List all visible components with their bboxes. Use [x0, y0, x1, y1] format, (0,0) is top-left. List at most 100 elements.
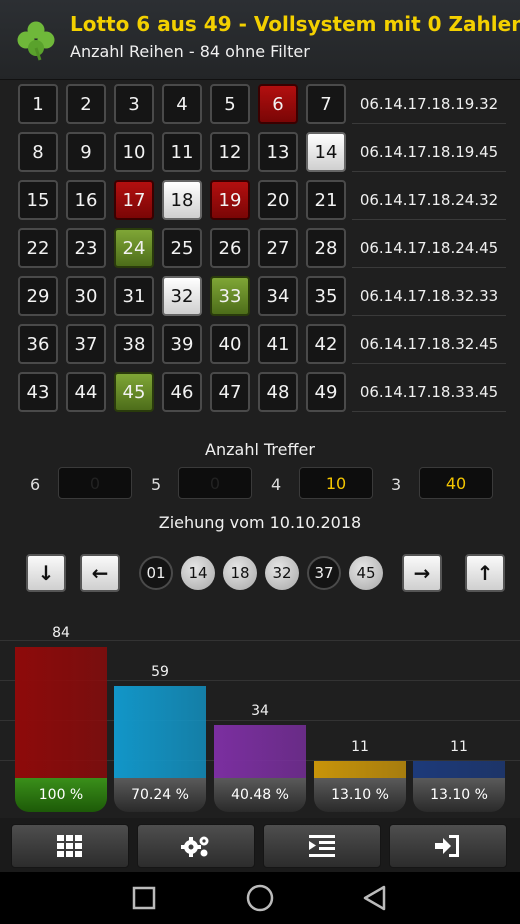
number-cell-46[interactable]: 46 — [162, 372, 202, 412]
treffer-label-3: 3 — [391, 475, 402, 494]
chart-bar-percent: 70.24 % — [114, 778, 206, 812]
system-row-entry[interactable]: 06.14.17.18.33.45 — [352, 372, 506, 412]
chart-bar — [314, 761, 406, 778]
number-cell-35[interactable]: 35 — [306, 276, 346, 316]
bottom-toolbar — [0, 818, 520, 872]
system-row-entry[interactable]: 06.14.17.18.24.45 — [352, 228, 506, 268]
number-cell-48[interactable]: 48 — [258, 372, 298, 412]
number-cell-2[interactable]: 2 — [66, 84, 106, 124]
number-cell-8[interactable]: 8 — [18, 132, 58, 172]
number-cell-22[interactable]: 22 — [18, 228, 58, 268]
treffer-count-3: 40 — [419, 467, 493, 499]
list-view-button[interactable] — [263, 824, 381, 868]
number-cell-27[interactable]: 27 — [258, 228, 298, 268]
number-cell-26[interactable]: 26 — [210, 228, 250, 268]
number-cell-11[interactable]: 11 — [162, 132, 202, 172]
grid-view-button[interactable] — [11, 824, 129, 868]
chart-bar — [214, 725, 306, 778]
number-cell-12[interactable]: 12 — [210, 132, 250, 172]
drawn-ball-3: 18 — [223, 556, 257, 590]
number-cell-33[interactable]: 33 — [210, 276, 250, 316]
number-grid: 1 2 3 4 5 6 7 06.14.17.18.19.32 8 9 10 11 12 13 14 06.1… — [0, 80, 520, 420]
system-row-entry[interactable]: 06.14.17.18.19.45 — [352, 132, 506, 172]
number-cell-13[interactable]: 13 — [258, 132, 298, 172]
clover-icon — [17, 21, 55, 61]
chart-bar-percent: 13.10 % — [413, 778, 505, 812]
number-cell-34[interactable]: 34 — [258, 276, 298, 316]
login-icon — [435, 835, 459, 857]
chart-bar-value: 84 — [52, 625, 70, 641]
number-cell-28[interactable]: 28 — [306, 228, 346, 268]
app-title: Lotto 6 aus 49 - Vollsystem mit 0 Zahlen — [70, 12, 520, 36]
chart-bar-percent: 13.10 % — [314, 778, 406, 812]
number-cell-49[interactable]: 49 — [306, 372, 346, 412]
number-cell-47[interactable]: 47 — [210, 372, 250, 412]
number-cell-29[interactable]: 29 — [18, 276, 58, 316]
number-cell-38[interactable]: 38 — [114, 324, 154, 364]
number-cell-6[interactable]: 6 — [258, 84, 298, 124]
back-icon[interactable] — [362, 885, 388, 911]
drawn-ball-4: 32 — [265, 556, 299, 590]
treffer-count-6: 0 — [58, 467, 132, 499]
number-cell-31[interactable]: 31 — [114, 276, 154, 316]
number-cell-21[interactable]: 21 — [306, 180, 346, 220]
number-cell-41[interactable]: 41 — [258, 324, 298, 364]
arrow-left-button[interactable]: ← — [80, 554, 120, 592]
arrow-up-button[interactable]: ↑ — [465, 554, 505, 592]
number-cell-32[interactable]: 32 — [162, 276, 202, 316]
arrow-down-button[interactable]: ↓ — [26, 554, 66, 592]
number-cell-42[interactable]: 42 — [306, 324, 346, 364]
treffer-count-5: 0 — [178, 467, 252, 499]
system-row-entry[interactable]: 06.14.17.18.32.33 — [352, 276, 506, 316]
number-cell-14[interactable]: 14 — [306, 132, 346, 172]
number-cell-36[interactable]: 36 — [18, 324, 58, 364]
number-cell-45[interactable]: 45 — [114, 372, 154, 412]
number-cell-24[interactable]: 24 — [114, 228, 154, 268]
number-cell-1[interactable]: 1 — [18, 84, 58, 124]
number-cell-37[interactable]: 37 — [66, 324, 106, 364]
drawn-ball-1: 01 — [139, 556, 173, 590]
system-nav-bar — [0, 872, 520, 924]
system-row-entry[interactable]: 06.14.17.18.19.32 — [352, 84, 506, 124]
treffer-label-5: 5 — [151, 475, 162, 494]
chart-bar — [114, 686, 206, 778]
number-cell-17[interactable]: 17 — [114, 180, 154, 220]
number-cell-4[interactable]: 4 — [162, 84, 202, 124]
number-cell-19[interactable]: 19 — [210, 180, 250, 220]
number-cell-16[interactable]: 16 — [66, 180, 106, 220]
treffer-label-6: 6 — [30, 475, 41, 494]
number-cell-44[interactable]: 44 — [66, 372, 106, 412]
home-icon[interactable] — [246, 884, 274, 912]
settings-button[interactable] — [137, 824, 255, 868]
arrow-right-button[interactable]: → — [402, 554, 442, 592]
chart-bar — [413, 761, 505, 778]
system-row-entry[interactable]: 06.14.17.18.24.32 — [352, 180, 506, 220]
number-cell-9[interactable]: 9 — [66, 132, 106, 172]
number-cell-7[interactable]: 7 — [306, 84, 346, 124]
number-cell-43[interactable]: 43 — [18, 372, 58, 412]
chart-bar-value: 11 — [351, 739, 369, 755]
gears-icon — [181, 836, 209, 857]
number-cell-18[interactable]: 18 — [162, 180, 202, 220]
app-header: Lotto 6 aus 49 - Vollsystem mit 0 Zahlen… — [0, 0, 520, 80]
ziehung-title: Ziehung vom 10.10.2018 — [158, 513, 362, 532]
grid-icon — [57, 835, 82, 857]
number-cell-39[interactable]: 39 — [162, 324, 202, 364]
number-cell-40[interactable]: 40 — [210, 324, 250, 364]
number-cell-3[interactable]: 3 — [114, 84, 154, 124]
number-cell-25[interactable]: 25 — [162, 228, 202, 268]
chart-bar-percent: 40.48 % — [214, 778, 306, 812]
number-cell-10[interactable]: 10 — [114, 132, 154, 172]
drawn-ball-2: 14 — [181, 556, 215, 590]
chart-bar-value: 34 — [251, 703, 269, 719]
number-cell-5[interactable]: 5 — [210, 84, 250, 124]
number-cell-15[interactable]: 15 — [18, 180, 58, 220]
login-button[interactable] — [389, 824, 507, 868]
system-row-entry[interactable]: 06.14.17.18.32.45 — [352, 324, 506, 364]
number-cell-30[interactable]: 30 — [66, 276, 106, 316]
number-cell-23[interactable]: 23 — [66, 228, 106, 268]
number-cell-20[interactable]: 20 — [258, 180, 298, 220]
recent-apps-icon[interactable] — [132, 886, 156, 910]
list-icon — [309, 835, 335, 857]
treffer-label-4: 4 — [271, 475, 282, 494]
